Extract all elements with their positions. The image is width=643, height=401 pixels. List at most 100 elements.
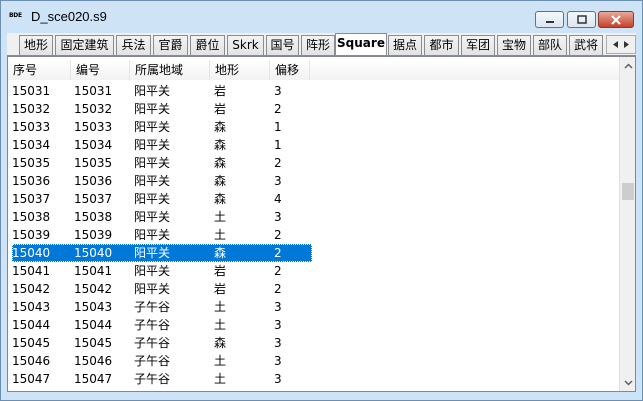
close-icon xyxy=(611,14,621,25)
cell-index: 15040 xyxy=(12,246,51,260)
cell-index: 15045 xyxy=(12,336,51,350)
table-panel: 序号 编号 所属地域 地形 偏移 15031 15031 阳平关岩 3 15032 150… xyxy=(7,56,636,392)
cell-number: 15038 xyxy=(74,210,113,224)
cell-region: 阳平关 xyxy=(134,210,171,224)
cell-region: 阳平关 xyxy=(134,174,171,188)
cell-index: 15039 xyxy=(12,228,51,242)
cell-index: 15046 xyxy=(12,354,51,368)
tab-fixed-buildings[interactable]: 固定建筑 xyxy=(55,35,114,55)
cell-index: 15043 xyxy=(12,300,51,314)
minimize-button[interactable] xyxy=(535,11,564,28)
tab-terrain[interactable]: 地形 xyxy=(19,35,53,55)
column-header-terrain[interactable]: 地形 xyxy=(210,60,270,80)
cell-offset: 3 xyxy=(274,174,282,188)
cell-terrain: 森 xyxy=(214,336,227,350)
close-button[interactable] xyxy=(598,11,634,28)
table-row[interactable]: 15044 15044 子午谷 土 3 xyxy=(8,316,619,334)
tab-officers[interactable]: 武将 xyxy=(569,35,603,55)
table-row[interactable]: 15031 15031 阳平关 岩 3 xyxy=(8,82,619,100)
table-row[interactable]: 15032 15032 阳平关 岩 2 xyxy=(8,100,619,118)
tab-units[interactable]: 部队 xyxy=(533,35,567,55)
cell-index: 15042 xyxy=(12,282,51,296)
cell-offset: 2 xyxy=(274,246,282,260)
tab-square[interactable]: Square xyxy=(335,33,387,55)
maximize-button[interactable] xyxy=(567,11,596,28)
cell-terrain: 土 xyxy=(214,372,227,386)
cell-index: 15033 xyxy=(12,120,51,134)
table-row[interactable]: 15046 15046 子午谷 土 3 xyxy=(8,352,619,370)
cell-region: 子午谷 xyxy=(134,318,171,332)
arrow-left-icon[interactable] xyxy=(611,40,620,49)
tab-skrk[interactable]: Skrk xyxy=(227,35,264,55)
cell-index: 15031 xyxy=(12,84,51,98)
table-row[interactable]: 15043 15043 子午谷 土 3 xyxy=(8,298,619,316)
cell-terrain: 土 xyxy=(214,300,227,314)
cell-number: 15045 xyxy=(74,336,113,350)
cell-number: 15035 xyxy=(74,156,113,170)
table-row[interactable]: 15045 15045 子午谷 森 3 xyxy=(8,334,619,352)
cell-terrain: 土 xyxy=(214,318,227,332)
cell-index: 15037 xyxy=(12,192,51,206)
cell-offset: 3 xyxy=(274,318,282,332)
table-row[interactable]: 15039 15039 阳平关 土 2 xyxy=(8,226,619,244)
table-row[interactable]: 15047 15047 子午谷 土 3 xyxy=(8,370,619,388)
tab-scroll-buttons xyxy=(606,35,636,54)
cell-region: 阳平关 xyxy=(134,120,171,134)
scroll-thumb[interactable] xyxy=(622,183,634,200)
tab-formations[interactable]: 阵形 xyxy=(301,35,335,55)
column-header-region[interactable]: 所属地域 xyxy=(130,60,210,80)
table-row[interactable]: 15036 15036 阳平关 森 3 xyxy=(8,172,619,190)
scroll-up-button[interactable] xyxy=(620,57,636,74)
column-header-index[interactable]: 序号 xyxy=(8,60,71,80)
table-row[interactable]: 15038 15038 阳平关 土 3 xyxy=(8,208,619,226)
tab-ranks[interactable]: 爵位 xyxy=(190,35,225,55)
cell-number: 15043 xyxy=(74,300,113,314)
tab-cities[interactable]: 都市 xyxy=(424,35,459,55)
table-row[interactable]: 15040 15040 阳平关 森 2 xyxy=(8,244,619,262)
scroll-down-button[interactable] xyxy=(620,374,636,391)
column-header-filler xyxy=(310,60,619,80)
vertical-scrollbar[interactable] xyxy=(619,57,635,391)
cell-index: 15044 xyxy=(12,318,51,332)
cell-offset: 1 xyxy=(274,138,282,152)
tab-country-names[interactable]: 国号 xyxy=(266,35,299,55)
cell-number: 15032 xyxy=(74,102,113,116)
tab-strongholds[interactable]: 据点 xyxy=(388,35,422,55)
cell-index: 15036 xyxy=(12,174,51,188)
table-row[interactable]: 15035 15035 阳平关 森 2 xyxy=(8,154,619,172)
cell-offset: 3 xyxy=(274,372,282,386)
chevron-down-icon xyxy=(623,379,633,386)
cell-region: 阳平关 xyxy=(134,228,171,242)
minimize-icon xyxy=(545,20,554,23)
cell-number: 15033 xyxy=(74,120,113,134)
cell-offset: 4 xyxy=(274,192,282,206)
tab-offices[interactable]: 官爵 xyxy=(153,35,188,55)
table-row[interactable]: 15041 15041 阳平关 岩 2 xyxy=(8,262,619,280)
cell-region: 阳平关 xyxy=(134,102,171,116)
cell-number: 15040 xyxy=(74,246,113,260)
tab-tactics[interactable]: 兵法 xyxy=(116,35,151,55)
column-header-number[interactable]: 编号 xyxy=(71,60,130,80)
cell-number: 15042 xyxy=(74,282,113,296)
tab-corps[interactable]: 军团 xyxy=(461,35,495,55)
cell-terrain: 土 xyxy=(214,228,227,242)
column-header-offset[interactable]: 偏移 xyxy=(270,60,310,80)
cell-offset: 2 xyxy=(274,156,282,170)
arrow-right-icon[interactable] xyxy=(622,40,631,49)
table-header: 序号 编号 所属地域 地形 偏移 xyxy=(8,60,619,80)
table-row[interactable]: 15042 15042 阳平关 岩 2 xyxy=(8,280,619,298)
cell-region: 阳平关 xyxy=(134,138,171,152)
cell-terrain: 岩 xyxy=(214,84,227,98)
table-row[interactable]: 15034 15034 阳平关 森 1 xyxy=(8,136,619,154)
app-icon: BDE xyxy=(9,12,22,19)
cell-region: 子午谷 xyxy=(134,300,171,314)
cell-terrain: 森 xyxy=(214,174,227,188)
tab-treasures[interactable]: 宝物 xyxy=(497,35,531,55)
title-bar[interactable]: BDE D_sce020.s9 xyxy=(1,1,642,32)
table-row[interactable]: 15037 15037 阳平关 森 4 xyxy=(8,190,619,208)
cell-index: 15041 xyxy=(12,264,51,278)
cell-terrain: 土 xyxy=(214,210,227,224)
cell-index: 15047 xyxy=(12,372,51,386)
window-title: D_sce020.s9 xyxy=(31,9,107,24)
table-row[interactable]: 15033 15033 阳平关 森 1 xyxy=(8,118,619,136)
